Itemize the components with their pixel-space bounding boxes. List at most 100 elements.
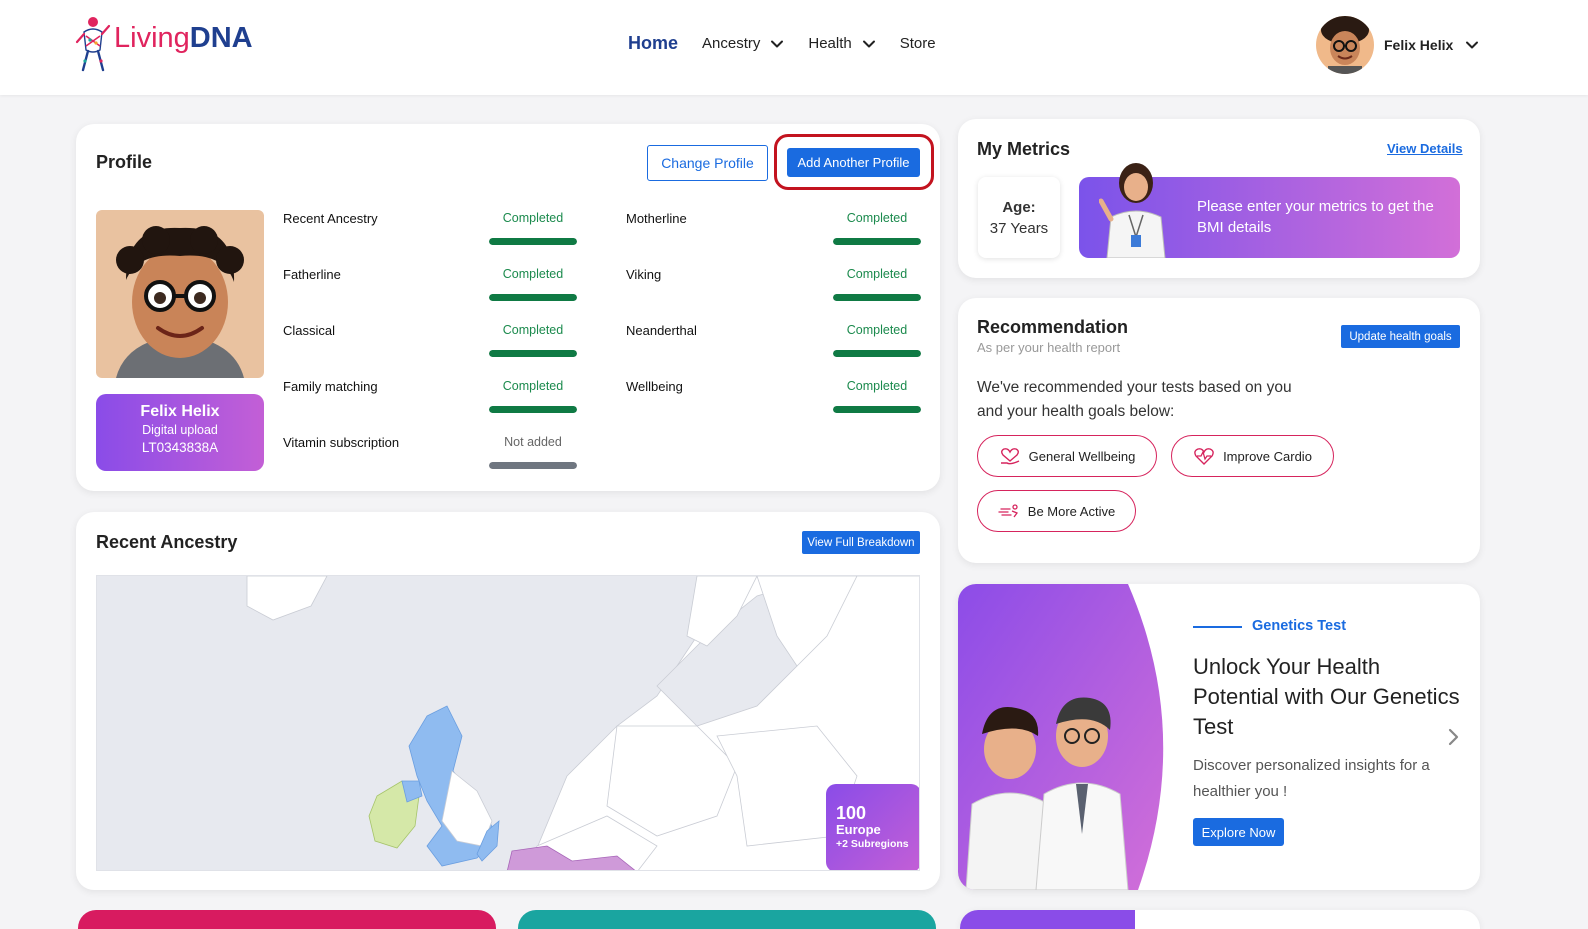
my-metrics-title: My Metrics: [977, 139, 1071, 159]
test-progress-bar: [489, 406, 577, 413]
badge-code: LT0343838A: [141, 440, 219, 455]
ancestry-map[interactable]: 100 Europe +2 Subregions: [96, 575, 920, 871]
tag-line-divider: [1193, 626, 1242, 628]
nav-ancestry[interactable]: Ancestry: [702, 35, 784, 52]
test-status-row[interactable]: Vitamin subscription Not added: [283, 435, 579, 475]
explore-now-button[interactable]: Explore Now: [1193, 818, 1284, 846]
chevron-down-icon: [771, 40, 784, 47]
europe-map-icon: [97, 576, 919, 870]
goal-general-wellbeing[interactable]: General Wellbeing: [977, 435, 1157, 477]
test-status-row[interactable]: Classical Completed: [283, 323, 579, 363]
goal-improve-cardio[interactable]: Improve Cardio: [1171, 435, 1334, 477]
test-name: Family matching: [283, 379, 378, 394]
test-status: Completed: [502, 379, 564, 393]
test-progress-bar: [833, 238, 921, 245]
goal-be-more-active[interactable]: Be More Active: [977, 490, 1136, 532]
user-name[interactable]: Felix Helix: [1384, 37, 1453, 53]
goal-label: Be More Active: [1027, 503, 1116, 519]
recommendation-card: Recommendation As per your health report…: [958, 298, 1480, 563]
genetics-illustration-icon: [958, 584, 1164, 890]
avatar-image-icon: [1316, 16, 1374, 74]
test-status-row[interactable]: Family matching Completed: [283, 379, 579, 419]
update-health-goals-button[interactable]: Update health goals: [1341, 325, 1460, 348]
goal-label: General Wellbeing: [1028, 448, 1136, 464]
avatar[interactable]: [1316, 16, 1374, 74]
profile-photo: [96, 210, 264, 378]
test-name: Motherline: [626, 211, 687, 226]
genetics-description: Discover personalized insights for a hea…: [1193, 757, 1430, 800]
test-status: Not added: [504, 435, 562, 449]
heartbeat-icon: [1194, 448, 1214, 465]
test-status: Completed: [846, 323, 908, 337]
test-progress-fill: [833, 238, 921, 245]
recommendation-body: We've recommended your tests based on yo…: [977, 379, 1292, 420]
nav-store-label: Store: [899, 35, 936, 52]
test-status: Completed: [502, 323, 564, 337]
recommendation-title: Recommendation: [977, 317, 1129, 337]
next-card-peek: [518, 910, 936, 929]
nav-ancestry-label: Ancestry: [702, 35, 761, 52]
test-progress-fill: [489, 406, 577, 413]
test-status-row[interactable]: Recent Ancestry Completed: [283, 211, 579, 251]
test-progress-fill: [833, 294, 921, 301]
logo-dna: DNA: [189, 21, 253, 54]
test-name: Recent Ancestry: [283, 211, 378, 226]
test-progress-bar: [489, 294, 577, 301]
test-status: Completed: [502, 211, 564, 225]
test-progress-fill: [833, 350, 921, 357]
test-progress-fill: [489, 238, 577, 245]
test-progress-fill: [489, 462, 577, 469]
profile-id-badge: Felix Helix Digital upload LT0343838A: [96, 394, 264, 471]
view-full-breakdown-button[interactable]: View Full Breakdown: [802, 531, 920, 554]
test-status-row[interactable]: Wellbeing Completed: [626, 379, 923, 419]
add-another-profile-button[interactable]: Add Another Profile: [787, 148, 920, 177]
ancestry-percentage: 100: [836, 803, 867, 823]
test-progress-bar: [489, 238, 577, 245]
view-details-link[interactable]: View Details: [1387, 141, 1463, 156]
test-progress-fill: [489, 350, 577, 357]
change-profile-button[interactable]: Change Profile: [647, 145, 768, 181]
recent-ancestry-card: Recent Ancestry View Full Breakdown 100 …: [76, 512, 940, 890]
test-progress-bar: [489, 462, 577, 469]
test-progress-fill: [833, 406, 921, 413]
next-card-peek: [78, 910, 496, 929]
test-status-row[interactable]: Neanderthal Completed: [626, 323, 923, 363]
age-value: 37 Years: [989, 220, 1049, 237]
test-status-row[interactable]: Viking Completed: [626, 267, 923, 307]
test-status: Completed: [846, 379, 908, 393]
badge-source: Digital upload: [142, 423, 218, 437]
badge-name: Felix Helix: [140, 403, 220, 420]
test-progress-bar: [833, 350, 921, 357]
profile-title: Profile: [96, 152, 153, 172]
test-name: Neanderthal: [626, 323, 697, 338]
test-progress-bar: [489, 350, 577, 357]
age-label: Age:: [1002, 199, 1036, 216]
bmi-prompt-banner[interactable]: Please enter your metrics to get the BMI…: [1079, 163, 1460, 258]
profile-photo-icon: [96, 210, 264, 378]
recent-ancestry-title: Recent Ancestry: [96, 532, 238, 552]
ancestry-percentage-badge: 100 Europe +2 Subregions: [826, 784, 919, 870]
running-icon: [998, 504, 1018, 518]
test-progress-bar: [833, 294, 921, 301]
ancestry-subregions: +2 Subregions: [836, 838, 909, 850]
nav-health[interactable]: Health: [808, 35, 875, 52]
chevron-right-icon[interactable]: [1446, 726, 1462, 748]
my-metrics-card: My Metrics View Details Age: 37 Years Pl…: [958, 119, 1480, 278]
ancestry-region: Europe: [836, 822, 881, 837]
nav-home[interactable]: Home: [628, 33, 678, 54]
test-status-row[interactable]: Fatherline Completed: [283, 267, 579, 307]
profile-card: Profile Change Profile Add Another Profi…: [76, 124, 940, 491]
dna-figure-logo-icon: [75, 17, 111, 72]
goal-label: Improve Cardio: [1223, 448, 1312, 464]
next-card-peek: [960, 910, 1480, 929]
heart-hand-icon: [1000, 448, 1019, 465]
chevron-down-icon[interactable]: [1465, 38, 1479, 52]
nav-store[interactable]: Store: [900, 35, 936, 52]
living-dna-logo[interactable]: LivingDNA: [74, 16, 253, 74]
main-nav: Home Ancestry Health Store: [628, 33, 960, 54]
doctor-illustration-icon: [1099, 163, 1166, 258]
logo-living: Living: [114, 21, 190, 54]
user-menu[interactable]: Felix Helix: [1316, 16, 1479, 74]
test-name: Fatherline: [283, 267, 341, 282]
test-status-row[interactable]: Motherline Completed: [626, 211, 923, 251]
